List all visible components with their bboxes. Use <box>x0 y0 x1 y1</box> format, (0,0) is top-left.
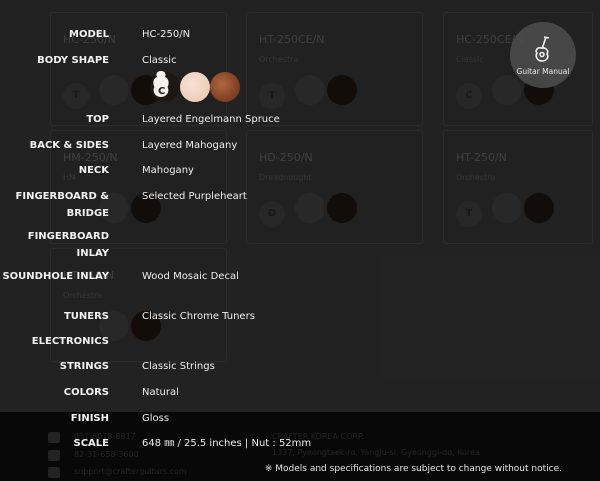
spec-overlay[interactable]: Guitar Manual C MODEL HC-250/N BODY SHAP… <box>0 0 600 481</box>
spec-label: STRINGS <box>59 361 109 372</box>
spec-change-notice: ※ Models and specifications are subject … <box>264 464 562 474</box>
spec-value: HC-250/N <box>142 29 191 40</box>
spec-value: Layered Engelmann Spruce <box>142 114 280 125</box>
body-shape-letter: C <box>158 86 166 97</box>
spec-value: Selected Purpleheart <box>142 191 247 202</box>
spec-label: MODEL <box>69 29 109 40</box>
top-wood-swatch <box>180 72 210 102</box>
spec-label: SCALE <box>73 438 109 449</box>
spec-label: NECK <box>78 165 109 176</box>
spec-label: FINISH <box>70 413 109 424</box>
spec-value: Classic <box>142 55 177 66</box>
spec-label: FINGERBOARD & BRIDGE <box>15 191 109 219</box>
spec-value: Classic Strings <box>142 361 215 372</box>
spec-label: COLORS <box>63 387 109 398</box>
spec-value: Gloss <box>142 413 170 424</box>
spec-label: BODY SHAPE <box>37 55 109 66</box>
spec-label: ELECTRONICS <box>31 336 109 347</box>
spec-value: Mahogany <box>142 165 194 176</box>
spec-value: Layered Mahogany <box>142 140 238 151</box>
spec-label: TOP <box>86 114 109 125</box>
back-wood-swatch <box>210 72 240 102</box>
spec-value: Classic Chrome Tuners <box>142 311 255 322</box>
spec-value: 648 ㎜ / 25.5 inches | Nut : 52mm <box>142 438 312 449</box>
spec-label: FINGERBOARD INLAY <box>27 231 109 259</box>
spec-value: Natural <box>142 387 179 398</box>
spec-value: Wood Mosaic Decal <box>142 271 239 282</box>
spec-label: BACK & SIDES <box>29 140 109 151</box>
spec-label: TUNERS <box>63 311 109 322</box>
body-shape-swatch: C <box>150 71 180 102</box>
spec-label: SOUNDHOLE INLAY <box>2 271 109 282</box>
